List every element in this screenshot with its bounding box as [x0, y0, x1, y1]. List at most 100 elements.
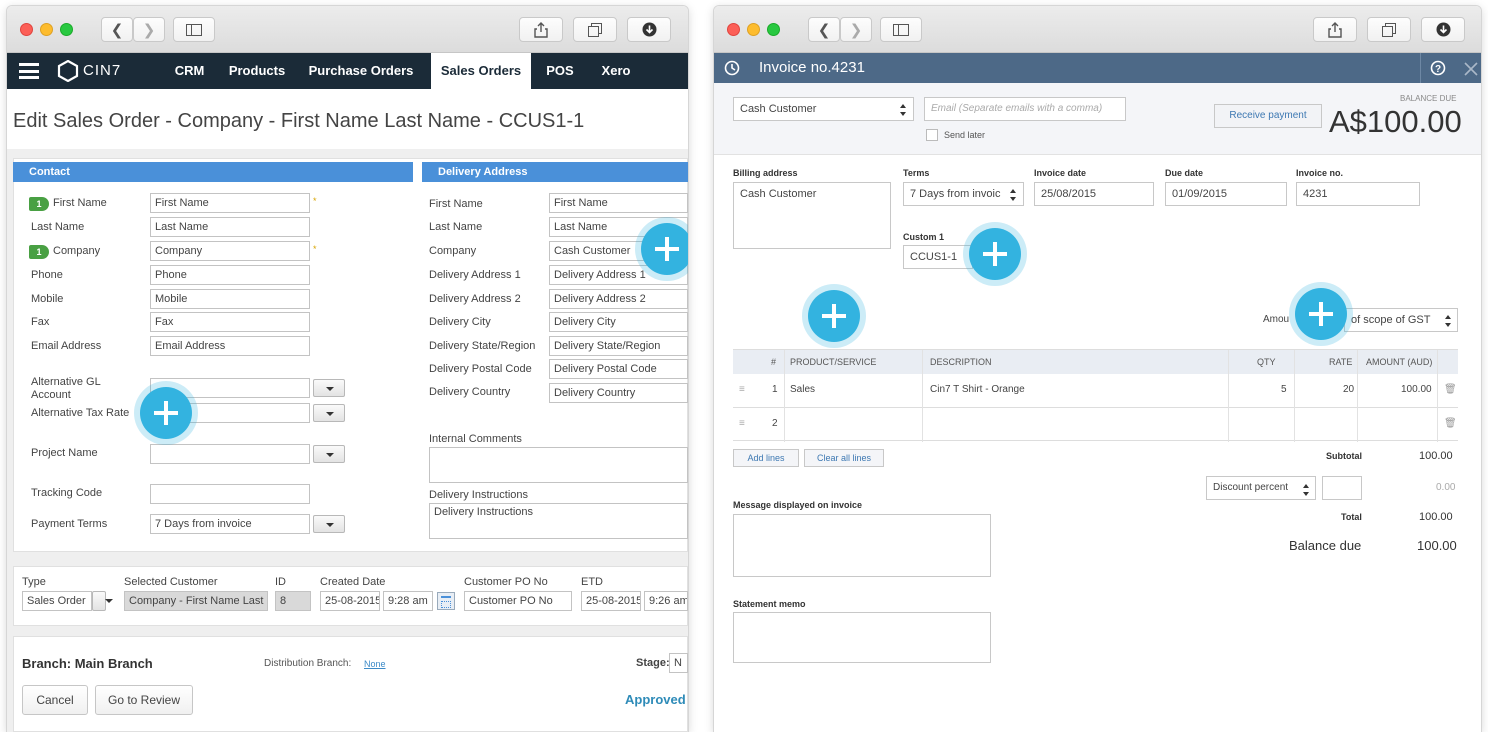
discount-type-select[interactable]: Discount percent: [1206, 476, 1316, 500]
mobile-input[interactable]: Mobile: [150, 289, 310, 309]
sidebar-toggle-button[interactable]: [173, 17, 215, 42]
trash-icon[interactable]: 🗑: [1444, 408, 1457, 440]
delivery-city-input[interactable]: Delivery City: [549, 312, 688, 332]
back-button[interactable]: ❮: [101, 17, 133, 42]
tabs-button[interactable]: [573, 17, 617, 42]
alt-tax-dropdown-button[interactable]: [313, 404, 345, 422]
row-amount[interactable]: 100.00: [1401, 374, 1432, 406]
go-to-review-button[interactable]: Go to Review: [95, 685, 193, 715]
row-rate[interactable]: 20: [1343, 374, 1354, 406]
type-select[interactable]: Sales Order: [22, 591, 92, 611]
receive-payment-button[interactable]: Receive payment: [1214, 104, 1322, 128]
last-name-input[interactable]: Last Name: [150, 217, 310, 237]
trash-icon[interactable]: 🗑: [1444, 374, 1457, 406]
nav-crm[interactable]: CRM: [162, 53, 217, 89]
delivery-last-name-label: Last Name: [429, 221, 483, 233]
company-input[interactable]: Company: [150, 241, 310, 261]
etd-date-input[interactable]: 25-08-2015: [581, 591, 641, 611]
tabs-button[interactable]: [1367, 17, 1411, 42]
internal-comments-textarea[interactable]: [429, 447, 688, 483]
invoice-message-textarea[interactable]: [733, 514, 991, 577]
due-date-input[interactable]: 01/09/2015: [1165, 182, 1287, 206]
back-button[interactable]: ❮: [808, 17, 840, 42]
column-divider: [1228, 350, 1229, 442]
nav-xero[interactable]: Xero: [591, 53, 641, 89]
downloads-button[interactable]: [627, 17, 671, 42]
delivery-country-input[interactable]: Delivery Country: [549, 383, 688, 403]
custom1-input[interactable]: CCUS1-1: [903, 245, 973, 269]
type-dropdown-button[interactable]: [92, 591, 113, 611]
table-row[interactable]: ≡ 1 Sales Cin7 T Shirt - Orange 5 20 100…: [733, 374, 1458, 408]
drag-handle-icon[interactable]: ≡: [739, 408, 745, 440]
delivery-first-name-input[interactable]: First Name: [549, 193, 688, 213]
subtotal-label: Subtotal: [1326, 451, 1362, 461]
email-input[interactable]: Email (Separate emails with a comma): [924, 97, 1126, 121]
forward-button[interactable]: ❯: [133, 17, 165, 42]
help-icon[interactable]: ?: [1430, 60, 1446, 76]
created-time-input[interactable]: 9:28 am: [383, 591, 433, 611]
invoice-no-input[interactable]: 4231: [1296, 182, 1420, 206]
sidebar-icon: [893, 23, 909, 36]
share-button[interactable]: [1313, 17, 1357, 42]
minimize-window-button[interactable]: [40, 23, 53, 36]
alt-gl-dropdown-button[interactable]: [313, 379, 345, 397]
row-number: 1: [772, 384, 778, 395]
add-lines-button[interactable]: Add lines: [733, 449, 799, 467]
project-dropdown-button[interactable]: [313, 445, 345, 463]
customer-select[interactable]: Cash Customer: [733, 97, 914, 121]
tracking-code-input[interactable]: [150, 484, 310, 504]
chevron-left-icon: ❮: [817, 21, 831, 39]
delivery-postal-input[interactable]: Delivery Postal Code: [549, 359, 688, 379]
forward-button[interactable]: ❯: [840, 17, 872, 42]
row-qty[interactable]: 5: [1281, 374, 1287, 406]
gst-select[interactable]: of scope of GST: [1344, 308, 1458, 332]
mobile-label: Mobile: [31, 293, 64, 305]
minimize-window-button[interactable]: [747, 23, 760, 36]
first-name-input[interactable]: First Name: [150, 193, 310, 213]
invoice-window: ❮ ❯ Invoice no.4231 ? Cash Customer Emai…: [714, 6, 1481, 732]
invoice-date-input[interactable]: 25/08/2015: [1034, 182, 1154, 206]
sidebar-toggle-button[interactable]: [880, 17, 922, 42]
distribution-branch-link[interactable]: None: [364, 659, 386, 669]
terms-select[interactable]: 7 Days from invoic: [903, 182, 1024, 206]
maximize-window-button[interactable]: [767, 23, 780, 36]
cancel-button[interactable]: Cancel: [22, 685, 88, 715]
nav-products[interactable]: Products: [219, 53, 295, 89]
stage-select[interactable]: N: [669, 653, 688, 673]
calendar-icon[interactable]: [437, 592, 455, 610]
customer-po-input[interactable]: Customer PO No: [464, 591, 572, 611]
send-later-label: Send later: [944, 130, 986, 140]
delivery-instructions-textarea[interactable]: Delivery Instructions: [429, 503, 688, 539]
nav-sales-orders[interactable]: Sales Orders: [431, 53, 531, 89]
statement-memo-textarea[interactable]: [733, 612, 991, 663]
project-name-select[interactable]: [150, 444, 310, 464]
billing-address-textarea[interactable]: Cash Customer: [733, 182, 891, 249]
send-later-checkbox[interactable]: [926, 129, 938, 141]
drag-handle-icon[interactable]: ≡: [739, 374, 745, 406]
share-button[interactable]: [519, 17, 563, 42]
history-icon[interactable]: [724, 60, 740, 76]
phone-input[interactable]: Phone: [150, 265, 310, 285]
payment-terms-select[interactable]: 7 Days from invoice: [150, 514, 310, 534]
etd-time-input[interactable]: 9:26 am: [644, 591, 688, 611]
email-input[interactable]: Email Address: [150, 336, 310, 356]
nav-pos[interactable]: POS: [537, 53, 583, 89]
hamburger-menu-icon[interactable]: [19, 63, 39, 79]
table-row[interactable]: ≡ 2 🗑: [733, 408, 1458, 441]
close-window-button[interactable]: [727, 23, 740, 36]
payment-terms-dropdown-button[interactable]: [313, 515, 345, 533]
nav-purchase-orders[interactable]: Purchase Orders: [299, 53, 423, 89]
row-description[interactable]: Cin7 T Shirt - Orange: [930, 374, 1025, 406]
created-date-input[interactable]: 25-08-2015: [320, 591, 380, 611]
close-icon[interactable]: [1464, 62, 1478, 76]
close-window-button[interactable]: [20, 23, 33, 36]
maximize-window-button[interactable]: [60, 23, 73, 36]
delivery-state-input[interactable]: Delivery State/Region: [549, 336, 688, 356]
fax-input[interactable]: Fax: [150, 312, 310, 332]
discount-value-input[interactable]: [1322, 476, 1362, 500]
row-product[interactable]: Sales: [790, 374, 815, 406]
download-icon: [642, 22, 656, 37]
clear-all-lines-button[interactable]: Clear all lines: [804, 449, 884, 467]
downloads-button[interactable]: [1421, 17, 1465, 42]
delivery-address-2-input[interactable]: Delivery Address 2: [549, 289, 688, 309]
